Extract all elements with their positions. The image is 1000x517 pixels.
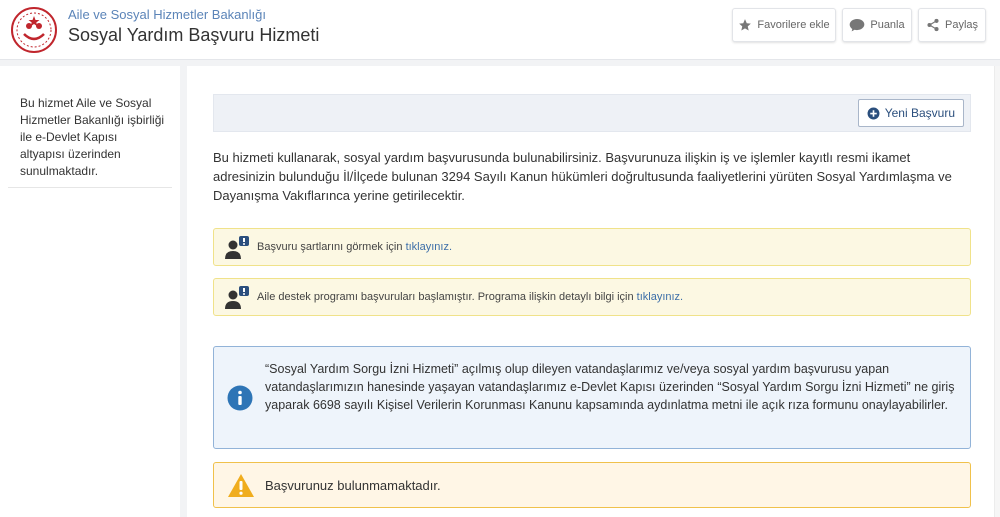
favorites-label: Favorilere ekle (757, 19, 830, 31)
header: Aile ve Sosyal Hizmetler Bakanlığı Sosya… (0, 0, 1000, 60)
notice-text: Aile destek programı başvuruları başlamı… (257, 291, 637, 303)
scrollbar[interactable] (994, 66, 1000, 517)
share-icon (927, 18, 939, 32)
ministry-logo-icon[interactable] (8, 6, 60, 54)
info-text: “Sosyal Yardım Sorgu İzni Hizmeti” açılm… (265, 362, 955, 412)
rate-button[interactable]: Puanla (842, 8, 912, 42)
new-application-label: Yeni Başvuru (884, 106, 955, 120)
warning-triangle-icon (228, 474, 254, 497)
speech-bubble-icon (850, 19, 865, 32)
sidebar: Bu hizmet Aile ve Sosyal Hizmetler Bakan… (0, 66, 180, 517)
person-alert-icon (225, 236, 249, 259)
notice-text: Başvuru şartlarını görmek için (257, 241, 406, 253)
info-message: “Sosyal Yardım Sorgu İzni Hizmeti” açılm… (213, 346, 971, 449)
rate-label: Puanla (870, 19, 905, 31)
alert-text: Başvurunuz bulunmamaktadır. (265, 478, 441, 493)
main-content: Yeni Başvuru Bu hizmeti kullanarak, sosy… (187, 66, 994, 517)
sidebar-divider (8, 187, 172, 188)
favorites-button[interactable]: Favorilere ekle (732, 8, 836, 42)
intro-text: Bu hizmeti kullanarak, sosyal yardım baş… (213, 150, 952, 203)
notice-link[interactable]: tıklayınız. (637, 291, 683, 303)
no-application-alert: Başvurunuz bulunmamaktadır. (213, 462, 971, 508)
page-title: Sosyal Yardım Başvuru Hizmeti (68, 25, 320, 45)
toolbar: Yeni Başvuru (213, 94, 971, 132)
plus-circle-icon (867, 107, 880, 119)
person-alert-icon (225, 286, 249, 309)
share-button[interactable]: Paylaş (918, 8, 986, 42)
ministry-name[interactable]: Aile ve Sosyal Hizmetler Bakanlığı (68, 7, 266, 22)
share-label: Paylaş (944, 19, 979, 31)
new-application-button[interactable]: Yeni Başvuru (857, 99, 964, 127)
notice-application-terms: Başvuru şartlarını görmek için tıklayını… (213, 228, 971, 266)
star-icon (739, 19, 752, 31)
notice-family-support: Aile destek programı başvuruları başlamı… (213, 278, 971, 316)
sidebar-info-text: Bu hizmet Aile ve Sosyal Hizmetler Bakan… (20, 96, 165, 178)
info-circle-icon (227, 385, 253, 411)
notice-link[interactable]: tıklayınız. (406, 241, 452, 253)
